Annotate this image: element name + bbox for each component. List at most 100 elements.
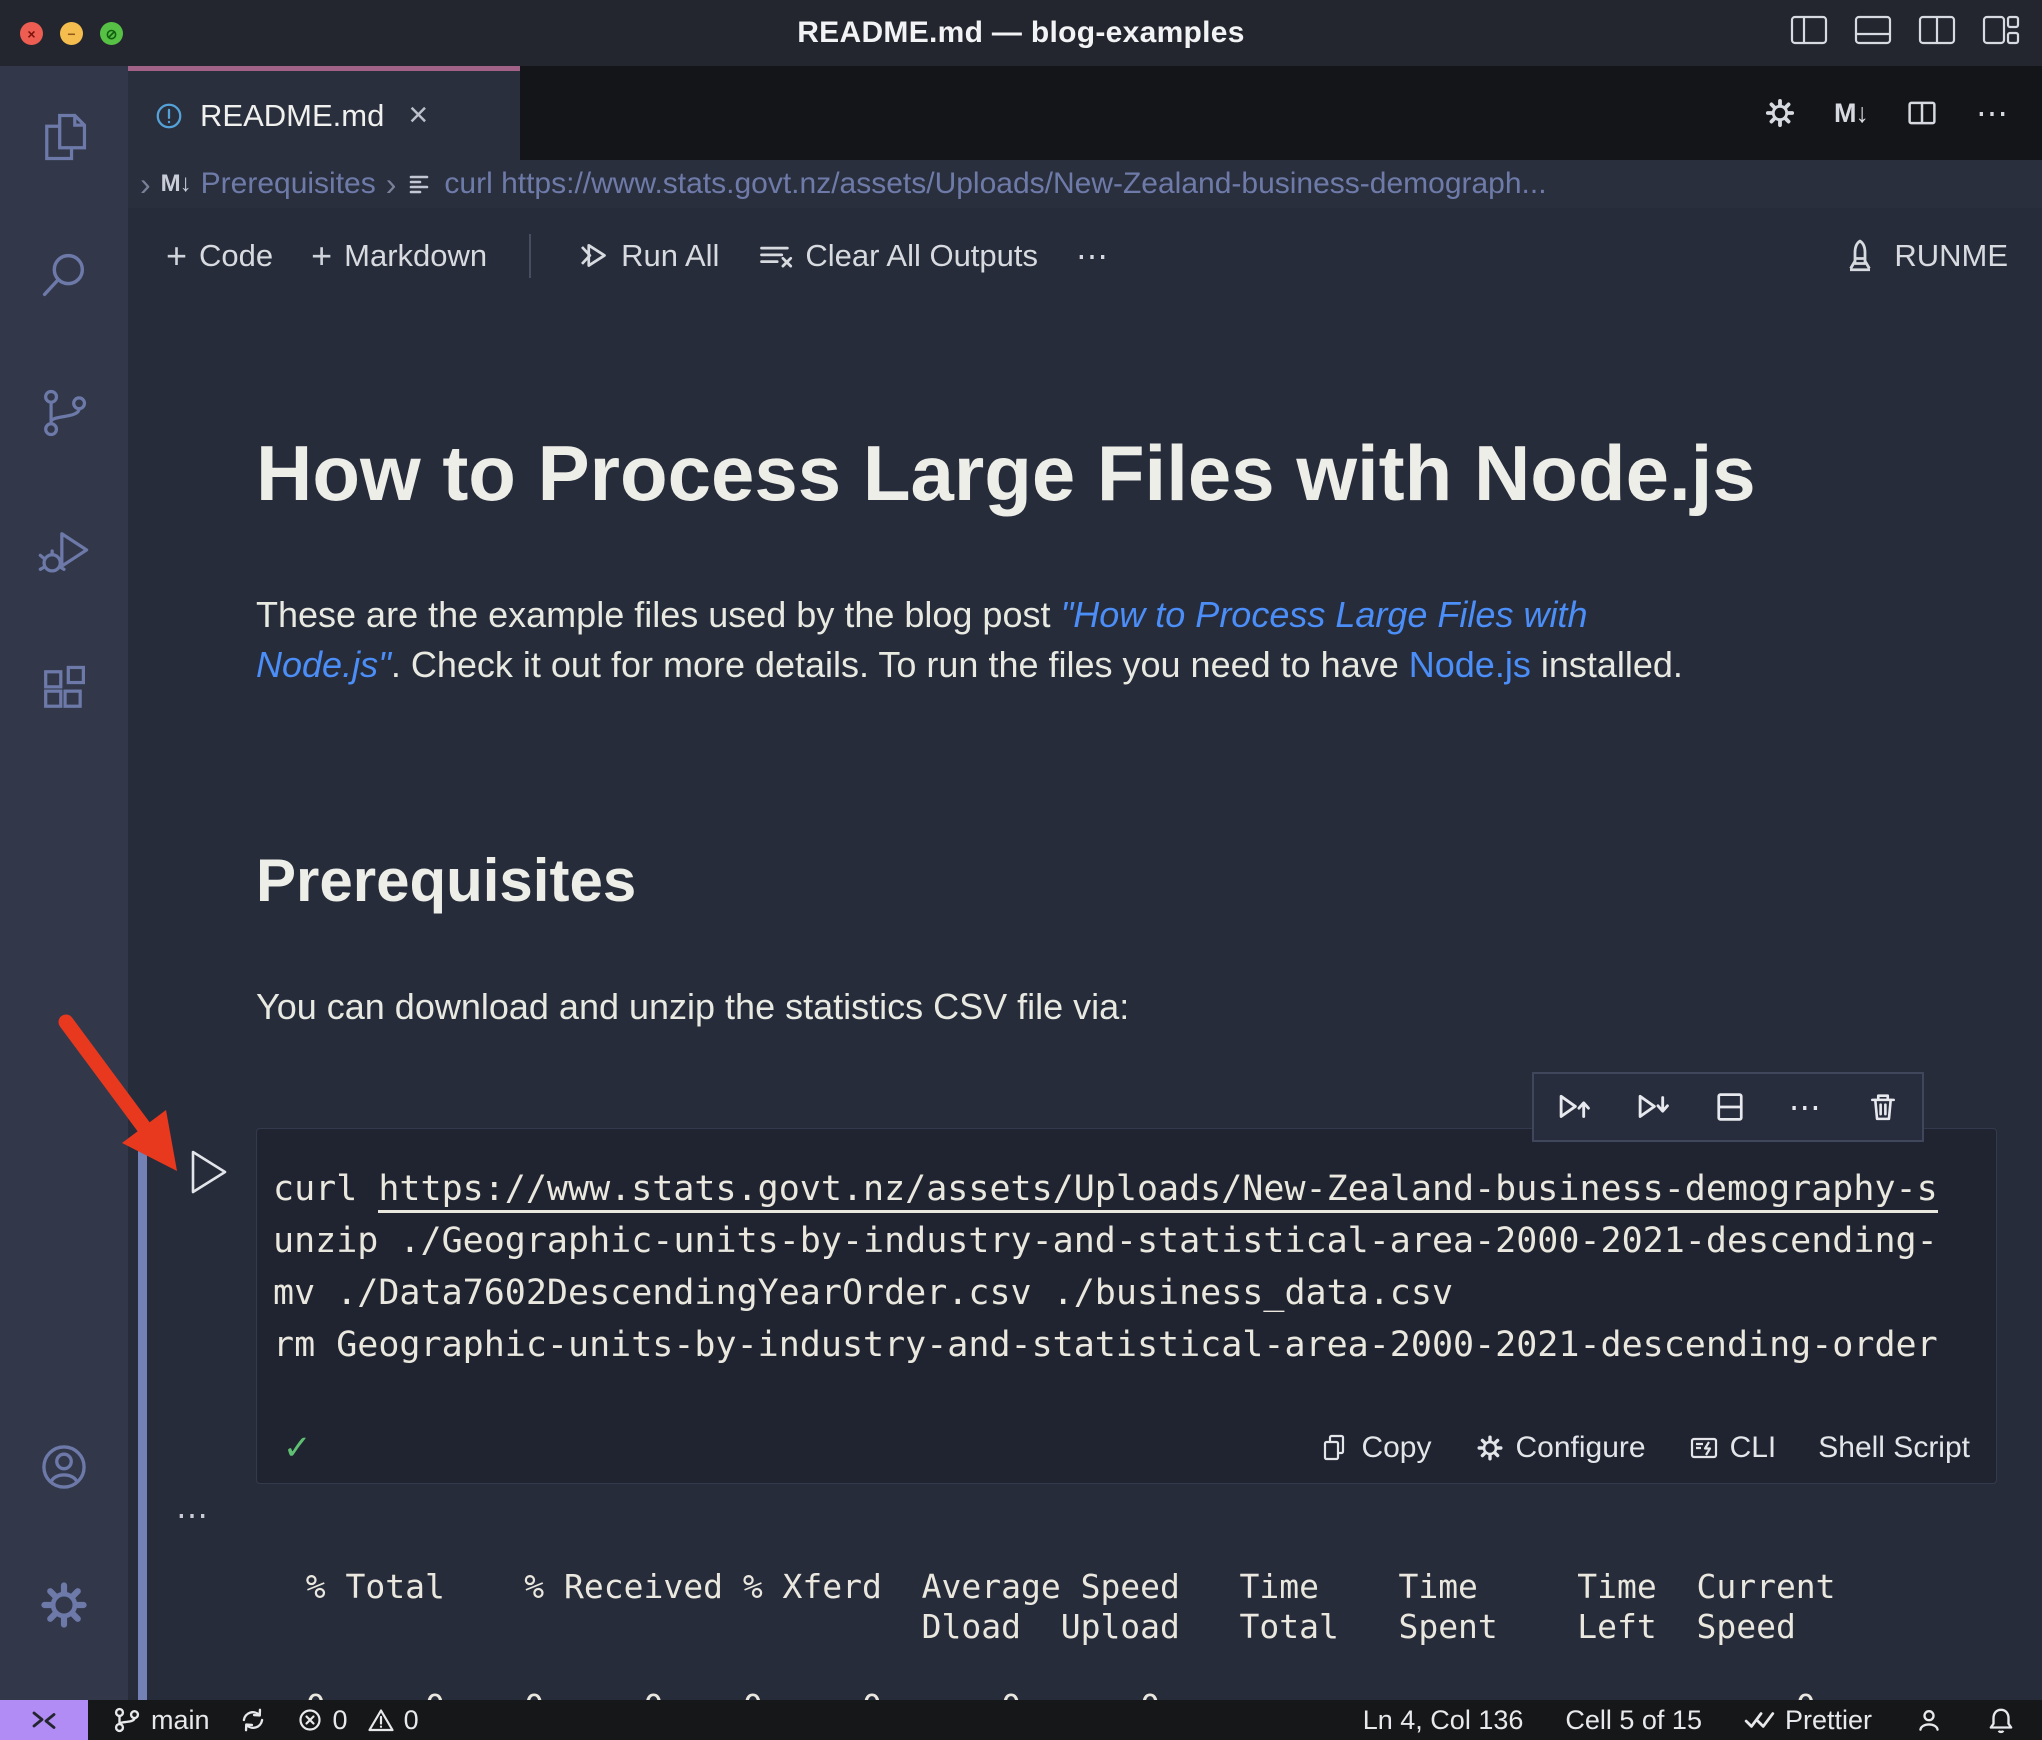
cursor-position[interactable]: Ln 4, Col 136 bbox=[1363, 1705, 1524, 1736]
extensions-icon[interactable] bbox=[35, 660, 93, 718]
symbol-list-icon bbox=[406, 170, 434, 198]
markdown-symbol-icon: M↓ bbox=[160, 170, 192, 197]
title-bar: × − ⊘ README.md — blog-examples bbox=[0, 0, 2042, 66]
toolbar-more-icon[interactable]: ⋯ bbox=[1076, 237, 1110, 275]
cell-position[interactable]: Cell 5 of 15 bbox=[1565, 1705, 1702, 1736]
tab-readme[interactable]: README.md × bbox=[128, 66, 520, 160]
remote-indicator-button[interactable] bbox=[0, 1700, 88, 1740]
activity-bar bbox=[0, 66, 128, 1700]
code-line: curl https://www.stats.govt.nz/assets/Up… bbox=[273, 1169, 1938, 1213]
runme-button[interactable]: RUNME bbox=[1840, 236, 2008, 276]
source-control-icon[interactable] bbox=[35, 384, 93, 442]
split-editor-icon[interactable] bbox=[1904, 95, 1940, 131]
code-url-link[interactable]: https://www.stats.govt.nz/assets/Uploads… bbox=[378, 1169, 1938, 1213]
code-line: rm Geographic-units-by-industry-and-stat… bbox=[273, 1325, 1938, 1365]
run-all-label: Run All bbox=[621, 238, 720, 273]
page-title: How to Process Large Files with Node.js bbox=[256, 429, 1756, 518]
add-markdown-cell-button[interactable]: + Markdown bbox=[311, 238, 487, 274]
error-count: 0 bbox=[332, 1704, 348, 1735]
success-check-icon: ✓ bbox=[283, 1429, 312, 1467]
cell-toolbar: ⋯ bbox=[1532, 1072, 1924, 1142]
branch-indicator[interactable]: main bbox=[112, 1705, 210, 1736]
configure-button[interactable]: Configure bbox=[1474, 1431, 1646, 1465]
editor-settings-gear-icon[interactable] bbox=[1762, 95, 1798, 131]
configure-label: Configure bbox=[1515, 1431, 1646, 1464]
remote-icon bbox=[28, 1704, 60, 1736]
run-all-button[interactable]: Run All bbox=[573, 238, 719, 274]
accounts-icon[interactable] bbox=[35, 1438, 93, 1496]
copy-label: Copy bbox=[1361, 1431, 1432, 1464]
run-debug-icon[interactable] bbox=[35, 522, 93, 580]
plus-icon: + bbox=[166, 235, 188, 276]
formatter-label: Prettier bbox=[1784, 1704, 1872, 1735]
toolbar-separator bbox=[529, 234, 532, 278]
window-title: README.md — blog-examples bbox=[797, 16, 1245, 49]
intro-text: installed. bbox=[1530, 644, 1683, 685]
runme-rocket-icon bbox=[1840, 236, 1880, 276]
formatter-indicator[interactable]: Prettier bbox=[1744, 1705, 1872, 1736]
explorer-icon[interactable] bbox=[35, 108, 93, 166]
intro-text: . Check it out for more details. To run … bbox=[390, 644, 1409, 685]
clear-all-outputs-button[interactable]: Clear All Outputs bbox=[757, 238, 1038, 274]
breadcrumb-section[interactable]: curl https://www.stats.govt.nz/assets/Up… bbox=[444, 167, 1546, 201]
more-actions-icon[interactable]: ⋯ bbox=[1976, 94, 2010, 132]
blog-post-link[interactable]: "How to Process Large Files with bbox=[1060, 594, 1587, 635]
sync-icon[interactable] bbox=[238, 1705, 268, 1735]
toggle-primary-sidebar-icon[interactable] bbox=[1790, 15, 1828, 45]
chevron-right-icon: › bbox=[140, 165, 151, 202]
search-icon[interactable] bbox=[35, 246, 93, 304]
clear-all-outputs-label: Clear All Outputs bbox=[805, 238, 1039, 273]
gear-icon bbox=[1474, 1432, 1506, 1464]
intro-text: These are the example files used by the … bbox=[256, 594, 1061, 635]
cell-focus-indicator bbox=[138, 1128, 147, 1700]
blog-post-link[interactable]: Node.js" bbox=[256, 644, 391, 685]
execute-below-icon[interactable] bbox=[1633, 1088, 1671, 1126]
copy-button[interactable]: Copy bbox=[1319, 1431, 1432, 1465]
code-cell[interactable]: curl https://www.stats.govt.nz/assets/Up… bbox=[256, 1128, 1997, 1484]
tab-close-icon[interactable]: × bbox=[408, 96, 428, 135]
intro-paragraph: These are the example files used by the … bbox=[256, 590, 1683, 690]
problems-indicator[interactable]: 0 0 bbox=[296, 1705, 419, 1736]
plus-icon: + bbox=[311, 235, 333, 276]
settings-gear-icon[interactable] bbox=[35, 1576, 93, 1634]
clear-all-outputs-icon bbox=[757, 238, 793, 274]
branch-name: main bbox=[151, 1704, 210, 1735]
notifications-bell-icon[interactable] bbox=[1986, 1705, 2016, 1735]
open-preview-icon[interactable]: M↓ bbox=[1834, 98, 1869, 129]
copy-icon bbox=[1319, 1432, 1351, 1464]
delete-cell-icon[interactable] bbox=[1864, 1088, 1902, 1126]
warning-count: 0 bbox=[403, 1704, 419, 1735]
double-check-icon bbox=[1744, 1705, 1776, 1735]
cli-button[interactable]: CLI bbox=[1688, 1431, 1777, 1465]
cli-label: CLI bbox=[1729, 1431, 1777, 1464]
notebook-toolbar: + Code + Markdown Run All Clear All Outp… bbox=[128, 208, 2042, 304]
status-bar: main 0 0 Ln 4, Col 136 Cell 5 of 15 Pret… bbox=[0, 1700, 2042, 1740]
info-icon bbox=[154, 101, 184, 131]
split-cell-icon[interactable] bbox=[1712, 1089, 1748, 1125]
feedback-person-icon[interactable] bbox=[1914, 1705, 1944, 1735]
add-markdown-label: Markdown bbox=[344, 238, 488, 273]
toggle-secondary-sidebar-icon[interactable] bbox=[1918, 15, 1956, 45]
code-line: unzip ./Geographic-units-by-industry-and… bbox=[273, 1221, 1938, 1261]
execute-above-icon[interactable] bbox=[1554, 1088, 1592, 1126]
toggle-panel-icon[interactable] bbox=[1854, 15, 1892, 45]
error-icon bbox=[296, 1706, 324, 1734]
runme-label: RUNME bbox=[1894, 238, 2008, 273]
tab-label: README.md bbox=[200, 97, 385, 133]
breadcrumb-section[interactable]: Prerequisites bbox=[201, 167, 376, 201]
run-cell-button[interactable] bbox=[186, 1148, 232, 1196]
code-line: mv ./Data7602DescendingYearOrder.csv ./b… bbox=[273, 1273, 1454, 1313]
run-all-icon bbox=[573, 238, 609, 274]
cell-more-actions-icon[interactable]: ⋯ bbox=[1789, 1088, 1823, 1126]
tab-strip: README.md × M↓ ⋯ bbox=[128, 66, 2042, 160]
language-mode-label[interactable]: Shell Script bbox=[1818, 1431, 1970, 1465]
customize-layout-icon[interactable] bbox=[1982, 15, 2020, 45]
code-editor[interactable]: curl https://www.stats.govt.nz/assets/Up… bbox=[257, 1129, 1996, 1371]
nodejs-link[interactable]: Node.js bbox=[1409, 644, 1531, 685]
add-code-label: Code bbox=[199, 238, 274, 273]
git-branch-icon bbox=[112, 1705, 142, 1735]
output-collapse-indicator[interactable]: ⋯ bbox=[176, 1496, 208, 1534]
breadcrumb: › M↓ Prerequisites › curl https://www.st… bbox=[128, 160, 2042, 208]
cli-icon bbox=[1688, 1432, 1720, 1464]
add-code-cell-button[interactable]: + Code bbox=[166, 238, 273, 274]
